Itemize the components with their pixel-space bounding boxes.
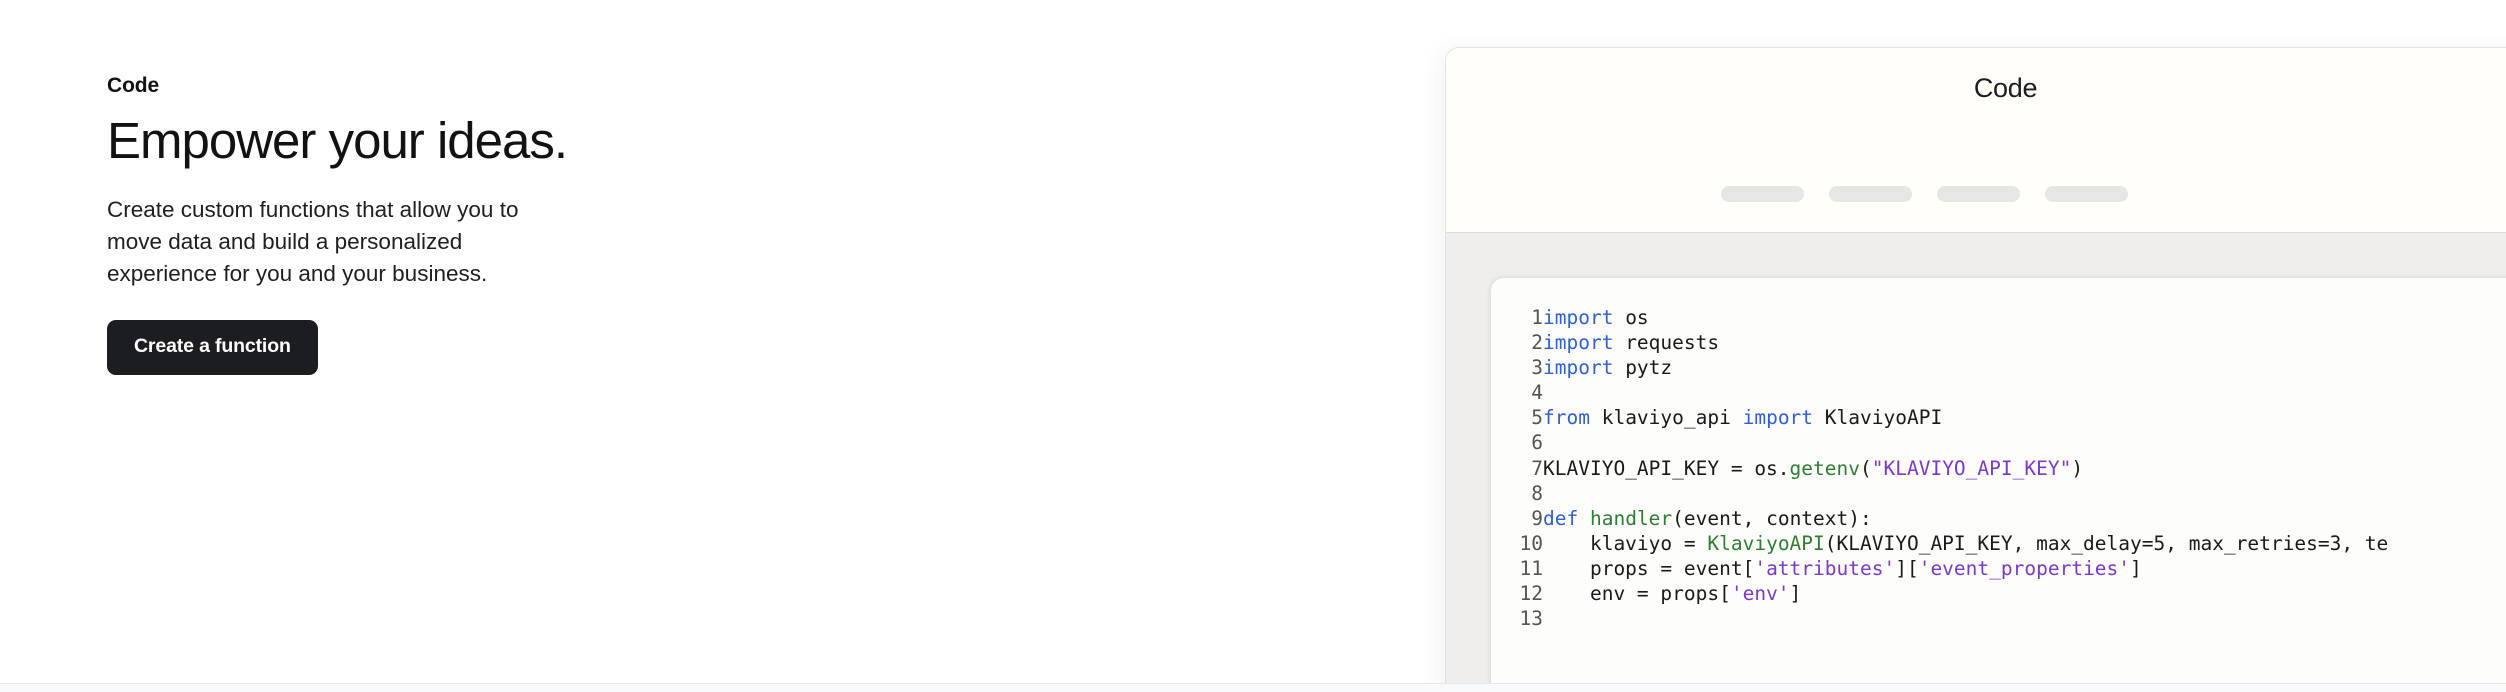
placeholder-pill-row: [1446, 186, 2506, 202]
code-line: 4: [1491, 380, 2388, 405]
code-token-pl: os: [1613, 306, 1649, 329]
line-number: 4: [1531, 381, 1543, 405]
code-line-content: [1543, 606, 2388, 631]
code-line-content: import os: [1543, 305, 2388, 330]
code-token-fn: KlaviyoAPI: [1707, 531, 1825, 555]
hero-section: Code Empower your ideas. Create custom f…: [107, 72, 727, 375]
code-token-pl: ]: [1789, 582, 1802, 606]
code-token-kw: from: [1543, 406, 1590, 430]
code-preview-panel: Code 1 import os 2 import requests 3 import p…: [1445, 47, 2506, 692]
code-token-kw: import: [1742, 406, 1814, 430]
line-number: 10: [1519, 531, 1543, 555]
page-title: Empower your ideas.: [107, 112, 568, 170]
code-token-kw: def: [1543, 506, 1579, 530]
page-bottom-band: [0, 684, 2506, 692]
code-token-pl: ]: [2130, 556, 2142, 580]
code-token-str: 'env': [1730, 582, 1790, 606]
code-line-content: import requests: [1543, 330, 2388, 355]
code-token-str: 'event_properties': [1918, 556, 2131, 580]
line-number: 2: [1531, 331, 1543, 355]
line-number: 7: [1531, 456, 1543, 480]
code-line: 2 import requests: [1491, 330, 2388, 355]
placeholder-pill-4[interactable]: [2045, 186, 2128, 202]
line-number: 3: [1531, 356, 1543, 380]
code-token-str: 'attributes': [1754, 556, 1896, 580]
code-panel-header: Code: [1446, 48, 2506, 233]
code-line-content: [1543, 430, 2388, 455]
placeholder-pill-2[interactable]: [1829, 186, 1912, 202]
line-number: 9: [1531, 506, 1543, 530]
code-token-pl: ][: [1895, 556, 1919, 580]
code-editor-card[interactable]: 1 import os 2 import requests 3 import pytz 4 …: [1491, 278, 2506, 692]
code-line: 13: [1491, 606, 2388, 631]
code-line: 3 import pytz: [1491, 355, 2388, 380]
code-line: 9 def handler(event, context):: [1491, 506, 2388, 531]
code-token-pl: ): [2071, 456, 2084, 480]
code-token-pl: props = event[: [1543, 556, 1755, 580]
line-number: 5: [1531, 406, 1543, 430]
code-line-content: [1543, 380, 2388, 405]
line-number: 8: [1531, 481, 1543, 505]
line-number: 1: [1531, 306, 1543, 329]
code-line-content: def handler(event, context):: [1543, 506, 2388, 531]
line-number: 11: [1519, 556, 1543, 580]
page-root: Code Empower your ideas. Create custom f…: [0, 0, 2506, 692]
code-token-fn: getenv: [1789, 456, 1860, 480]
code-token-pl: requests: [1613, 331, 1720, 355]
line-number: 12: [1519, 582, 1543, 606]
code-line-content: [1543, 481, 2388, 506]
code-token-pl: (KLAVIYO_API_KEY, max_delay=5, max_retri…: [1824, 531, 2389, 555]
code-line: 6: [1491, 430, 2388, 455]
hero-description: Create custom functions that allow you t…: [107, 197, 519, 287]
code-scroll-area[interactable]: 1 import os 2 import requests 3 import pytz 4 …: [1491, 305, 2506, 692]
code-token-kw: import: [1543, 306, 1614, 329]
code-line: 8: [1491, 481, 2388, 506]
line-number: 13: [1519, 607, 1543, 631]
code-listing: 1 import os 2 import requests 3 import pytz 4 …: [1491, 305, 2389, 631]
code-line: 12 env = props['env']: [1491, 581, 2388, 606]
code-token-str: "KLAVIYO_API_KEY": [1871, 456, 2072, 480]
code-line-content: import pytz: [1543, 355, 2388, 380]
code-line: 5 from klaviyo_api import KlaviyoAPI: [1491, 405, 2388, 430]
placeholder-pill-1[interactable]: [1721, 186, 1804, 202]
code-token-pl: (: [1860, 456, 1872, 480]
code-line: 10 klaviyo = KlaviyoAPI(KLAVIYO_API_KEY,…: [1491, 531, 2389, 556]
code-panel-title: Code: [1973, 73, 2038, 103]
code-line-content: from klaviyo_api import KlaviyoAPI: [1543, 405, 2388, 430]
placeholder-pill-3[interactable]: [1937, 186, 2020, 202]
line-number: 6: [1531, 431, 1543, 455]
code-line-content: props = event['attributes']['event_prope…: [1543, 556, 2388, 581]
code-line-content: KLAVIYO_API_KEY = os.getenv("KLAVIYO_API…: [1543, 456, 2388, 481]
code-token-kw: import: [1543, 356, 1614, 380]
code-token-kw: import: [1543, 331, 1614, 355]
code-line: 1 import os: [1491, 305, 2388, 330]
code-token-pl: klaviyo =: [1543, 531, 1708, 555]
code-line: 7 KLAVIYO_API_KEY = os.getenv("KLAVIYO_AP…: [1491, 456, 2388, 481]
code-line: 11 props = event['attributes']['event_pr…: [1491, 556, 2388, 581]
code-token-pl: (event, context):: [1672, 506, 1872, 530]
code-panel-body: 1 import os 2 import requests 3 import pytz 4 …: [1446, 233, 2506, 692]
code-line-content: klaviyo = KlaviyoAPI(KLAVIYO_API_KEY, ma…: [1543, 531, 2388, 556]
code-token-pl: KLAVIYO_API_KEY = os.: [1543, 456, 1790, 480]
code-token-pl: klaviyo_api: [1589, 406, 1743, 430]
code-token-pl: KlaviyoAPI: [1813, 406, 1943, 430]
create-a-function-button[interactable]: Create a function: [107, 320, 318, 375]
code-token-pl: pytz: [1613, 356, 1673, 380]
code-token-fn: handler: [1589, 506, 1673, 530]
code-line-content: env = props['env']: [1543, 581, 2388, 606]
code-token-pl: env = props[: [1543, 582, 1731, 606]
hero-eyebrow: Code: [107, 74, 160, 97]
